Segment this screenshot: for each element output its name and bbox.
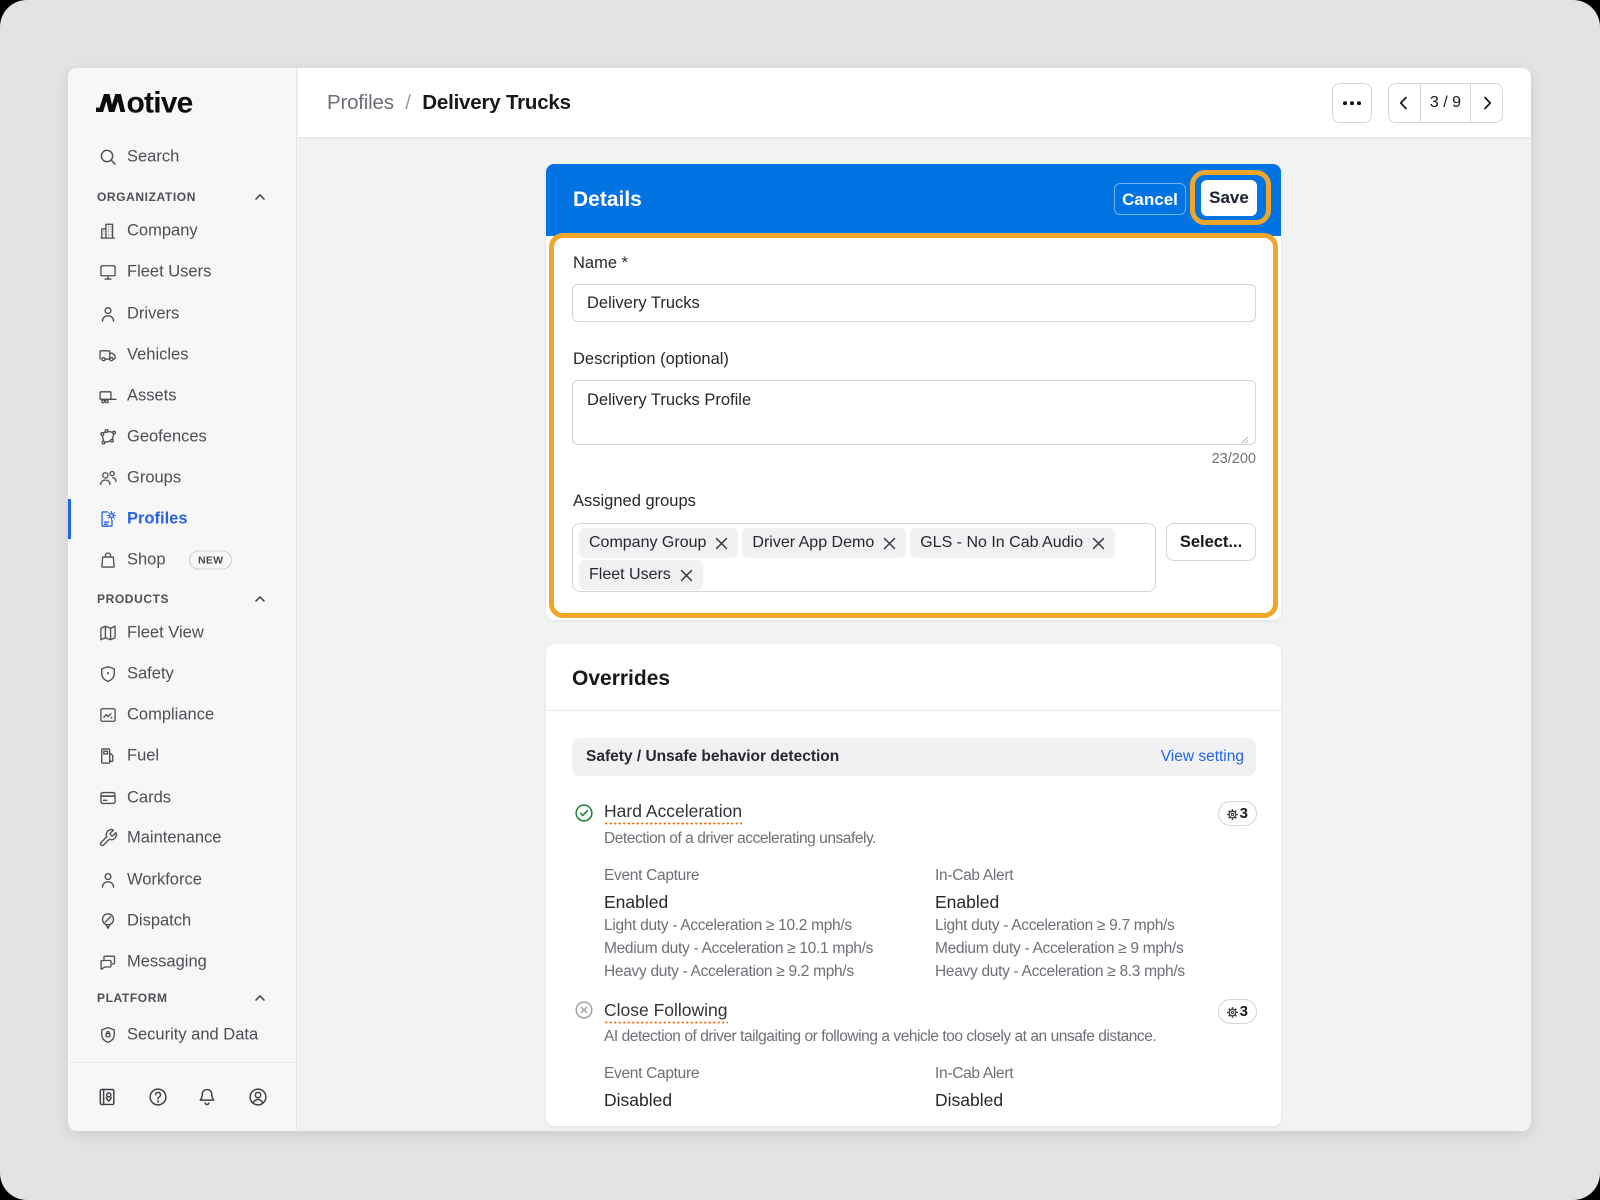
svg-text:otive: otive bbox=[127, 90, 193, 118]
